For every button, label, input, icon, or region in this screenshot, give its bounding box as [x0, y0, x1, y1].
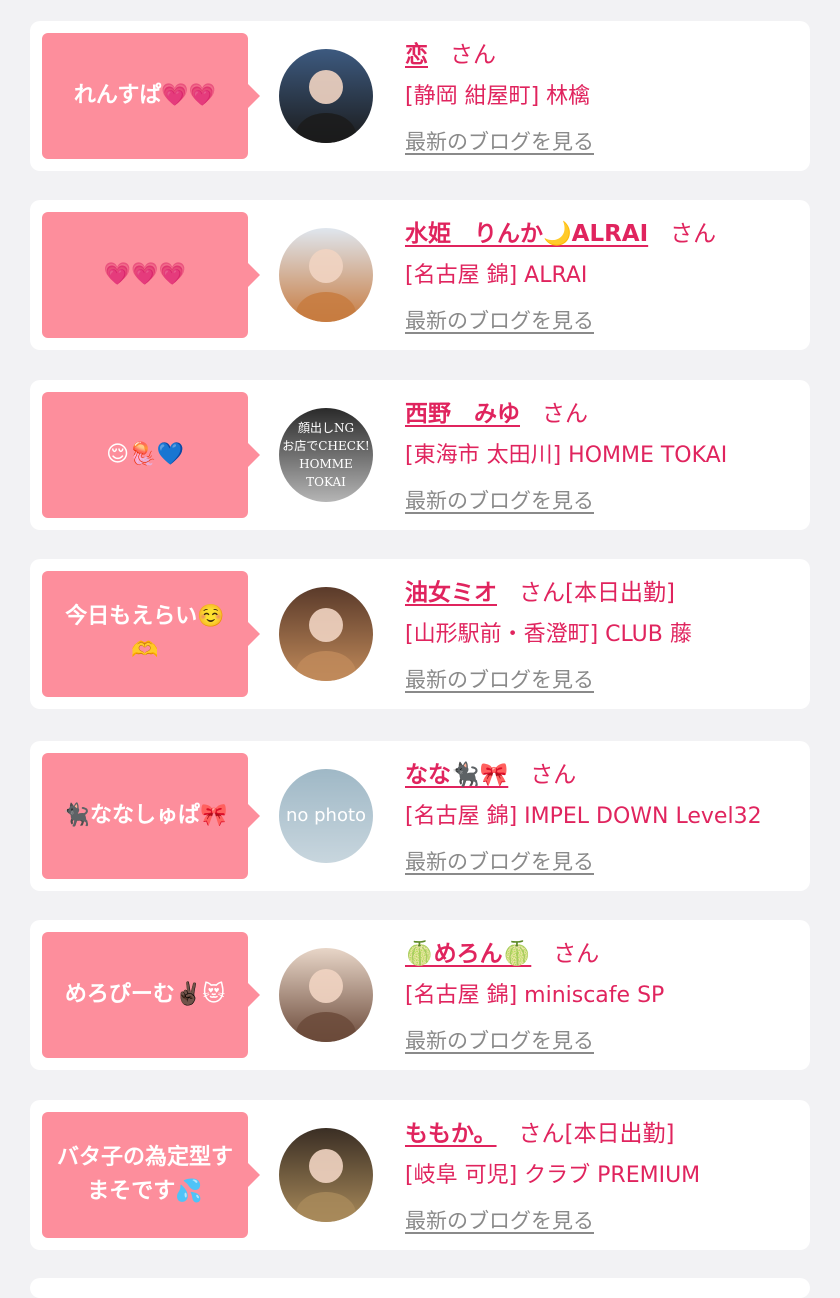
blog-card[interactable]: めろぴーむ✌🏿😻 🍈めろん🍈 さん [名古屋 錦] miniscafe SP 最新のブロ… [30, 920, 810, 1070]
blog-card[interactable]: 今日もえらい☺️🫶 油女ミオ さん[本日出勤] [山形駅前・香澄町] CLUB 藤最新… [30, 559, 810, 709]
comment-bubble: バタ子の為定型すまそです💦 [42, 1112, 260, 1238]
shop-label: [名古屋 錦] IMPEL DOWN Level32 [405, 804, 762, 829]
name-row: 水姫 りんか🌙ALRAI さん [405, 214, 716, 248]
comment-bubble: 今日もえらい☺️🫶 [42, 571, 260, 697]
photo-avatar[interactable] [279, 1128, 373, 1222]
latest-blog-link[interactable]: 最新のブログを見る [405, 846, 594, 876]
shop-label: [東海市 太田川] HOMME TOKAI [405, 443, 728, 468]
shop-label: [名古屋 錦] ALRAI [405, 263, 588, 288]
latest-blog-link[interactable]: 最新のブログを見る [405, 305, 594, 335]
latest-blog-link[interactable]: 最新のブログを見る [405, 664, 594, 694]
shop-label: [山形駅前・香澄町] CLUB 藤 [405, 622, 692, 647]
working-today-label: [本日出勤] [565, 580, 675, 606]
honorific-label: さん [670, 221, 717, 247]
blog-card[interactable]: バタ子の為定型すまそです💦 ももか。 さん[本日出勤] [岐阜 可児] クラブ PRE… [30, 1100, 810, 1250]
honorific-label: さん [450, 42, 496, 68]
next-card-edge [30, 1278, 810, 1298]
name-row: 恋さん [405, 35, 496, 69]
cast-name-link[interactable]: 油女ミオ [405, 580, 497, 606]
cast-name-link[interactable]: なな🐈‍⬛🎀 [405, 762, 508, 788]
latest-blog-link[interactable]: 最新のブログを見る [405, 485, 594, 515]
latest-blog-link[interactable]: 最新のブログを見る [405, 126, 594, 156]
name-row: なな🐈‍⬛🎀 さん [405, 755, 576, 789]
cast-name-link[interactable]: 西野 みゆ [405, 401, 520, 427]
cast-name-link[interactable]: 恋 [405, 42, 428, 68]
blog-card[interactable]: れんすぱ💗💗 恋さん [静岡 紺屋町] 林檎最新のブログを見る [30, 21, 810, 171]
name-row: 西野 みゆ さん [405, 394, 588, 428]
honorific-label: さん [519, 580, 565, 606]
cast-name-link[interactable]: ももか。 [405, 1121, 497, 1147]
blog-card[interactable]: 🐈‍⬛ななしゅぱ🎀 no photo なな🐈‍⬛🎀 さん [名古屋 錦] IMPEL D… [30, 741, 810, 891]
photo-avatar[interactable] [279, 49, 373, 143]
honorific-label: さん [553, 941, 600, 967]
cast-name-link[interactable]: 🍈めろん🍈 [405, 941, 531, 967]
name-row: 油女ミオ さん[本日出勤] [405, 573, 675, 607]
photo-avatar[interactable] [279, 587, 373, 681]
photo-avatar[interactable] [279, 948, 373, 1042]
name-row: ももか。 さん[本日出勤] [405, 1114, 675, 1148]
photo-avatar[interactable]: 顔出しNG お店でCHECK! HOMME TOKAI [279, 408, 373, 502]
shop-label: [名古屋 錦] miniscafe SP [405, 983, 665, 1008]
comment-bubble: れんすぱ💗💗 [42, 33, 260, 159]
blog-card[interactable]: 😌🪼💙 顔出しNG お店でCHECK! HOMME TOKAI 西野 みゆ さん [東海市 … [30, 380, 810, 530]
comment-bubble: めろぴーむ✌🏿😻 [42, 932, 260, 1058]
avatar-caption: お店でCHECK! [282, 439, 370, 453]
blog-card[interactable]: 💗💗💗 水姫 りんか🌙ALRAI さん [名古屋 錦] ALRAI 最新のブログを見る [30, 200, 810, 350]
honorific-label: さん [518, 1121, 565, 1147]
photo-avatar[interactable] [279, 228, 373, 322]
comment-bubble: 🐈‍⬛ななしゅぱ🎀 [42, 753, 260, 879]
honorific-label: さん [530, 762, 577, 788]
shop-label: [静岡 紺屋町] 林檎 [405, 84, 591, 109]
avatar-caption: HOMME TOKAI [299, 457, 353, 489]
comment-bubble: 💗💗💗 [42, 212, 260, 338]
working-today-label: [本日出勤] [564, 1121, 675, 1147]
no-photo-avatar[interactable]: no photo [279, 769, 373, 863]
latest-blog-link[interactable]: 最新のブログを見る [405, 1205, 594, 1235]
cast-name-link[interactable]: 水姫 りんか🌙ALRAI [405, 221, 648, 247]
honorific-label: さん [542, 401, 588, 427]
avatar-caption: 顔出しNG [297, 421, 355, 435]
latest-blog-link[interactable]: 最新のブログを見る [405, 1025, 594, 1055]
comment-bubble: 😌🪼💙 [42, 392, 260, 518]
avatar-caption: no photo [285, 805, 367, 826]
name-row: 🍈めろん🍈 さん [405, 934, 599, 968]
shop-label: [岐阜 可児] クラブ PREMIUM [405, 1163, 701, 1188]
